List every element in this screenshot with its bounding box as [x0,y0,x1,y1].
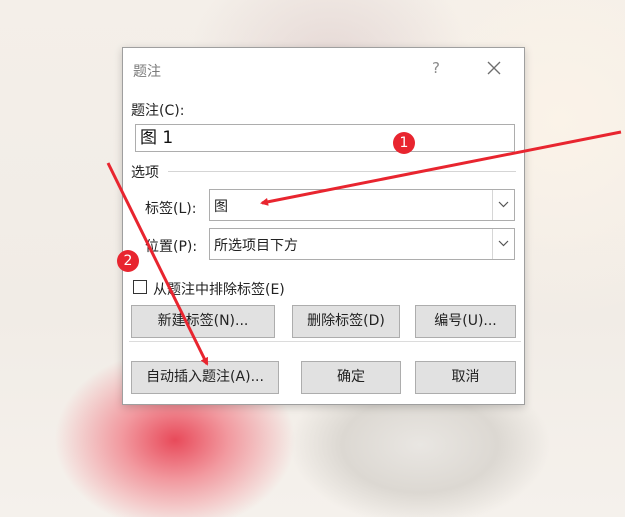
label-dropdown[interactable]: 图 [209,189,515,221]
dialog-titlebar: 题注 ? [123,48,524,88]
dialog-title: 题注 [133,64,161,80]
caption-dialog: 题注 ? 题注(C): 图 1 选项 标签(L): 图 位置(P): 所选项目下… [122,47,525,405]
help-button[interactable]: ? [427,59,445,77]
options-group-divider [168,171,516,172]
autocaption-button[interactable]: 自动插入题注(A)... [131,361,279,394]
numbering-button[interactable]: 编号(U)... [415,305,516,338]
options-group-label: 选项 [131,165,159,181]
caption-label: 题注(C): [131,103,185,119]
position-dropdown[interactable]: 所选项目下方 [209,228,515,260]
position-dropdown-value: 所选项目下方 [214,238,298,254]
close-icon [487,61,501,75]
exclude-label-checkbox[interactable] [133,280,147,294]
label-dropdown-value: 图 [214,199,228,215]
close-button[interactable] [481,57,507,79]
step-marker-2: 2 [117,250,139,272]
position-dropdown-button[interactable] [492,229,514,259]
chevron-down-icon [498,240,509,247]
label-dropdown-button[interactable] [492,190,514,220]
new-label-button[interactable]: 新建标签(N)... [131,305,275,338]
cancel-button[interactable]: 取消 [415,361,516,394]
step-marker-1: 1 [393,132,415,154]
caption-text-field[interactable]: 图 1 [135,124,515,152]
button-row-divider [129,341,521,342]
label-field-label: 标签(L): [145,201,197,217]
delete-label-button[interactable]: 删除标签(D) [292,305,400,338]
ok-button[interactable]: 确定 [301,361,401,394]
exclude-label-text: 从题注中排除标签(E) [153,282,285,298]
position-field-label: 位置(P): [145,239,198,255]
chevron-down-icon [498,201,509,208]
